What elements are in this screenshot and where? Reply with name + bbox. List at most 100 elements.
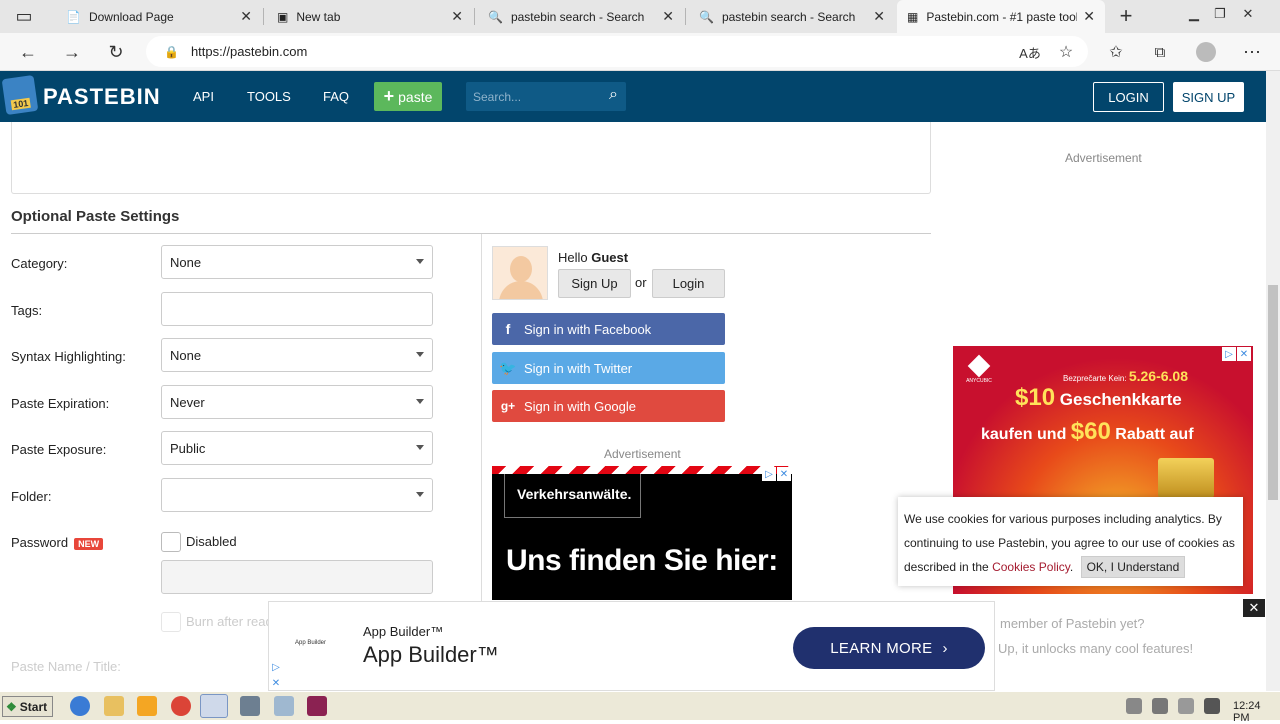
close-icon[interactable]: ✕ (662, 8, 674, 25)
adchoices-icon[interactable]: ▷ (269, 660, 283, 674)
newtab-icon: ▣ (277, 9, 289, 24)
close-icon[interactable]: ✕ (269, 676, 283, 690)
ad-headline: Uns finden Sie hier: (506, 544, 778, 577)
chevron-down-icon (416, 352, 424, 357)
divider (481, 234, 482, 604)
ad-banner-bottom[interactable]: App Builder App Builder™ App Builder™ LE… (268, 601, 995, 691)
tab-pastebin[interactable]: ▦ Pastebin.com - #1 paste tool ✕ (897, 0, 1105, 33)
facebook-label: Sign in with Facebook (524, 321, 652, 337)
pastebin-logo[interactable] (1, 74, 39, 116)
learn-more-button[interactable]: LEARN MORE › (793, 627, 985, 669)
back-icon[interactable]: ← (14, 38, 42, 66)
display-icon[interactable] (1204, 698, 1220, 714)
adchoices-icon[interactable]: ▷ (1222, 347, 1236, 361)
exposure-select[interactable]: Public (161, 431, 433, 465)
chrome-icon[interactable] (171, 696, 191, 716)
favorites-icon[interactable]: ✩ (1102, 38, 1130, 66)
flag-icon[interactable] (1178, 698, 1194, 714)
restore-icon[interactable]: ❐ (1206, 0, 1234, 28)
google-signin-button[interactable]: g+ Sign in with Google (492, 390, 725, 422)
expiration-select[interactable]: Never (161, 385, 433, 419)
password-input[interactable] (161, 560, 433, 594)
close-ad-button[interactable]: ✕ (1243, 599, 1265, 617)
site-header: PASTEBIN API TOOLS FAQ + paste Search...… (0, 71, 1266, 122)
tab-search-2[interactable]: 🔍 pastebin search - Search ✕ (689, 0, 895, 33)
burn-checkbox[interactable] (161, 612, 181, 632)
more-icon[interactable]: ⋯ (1238, 38, 1266, 66)
signup-button[interactable]: SIGN UP (1173, 82, 1244, 112)
edge-icon[interactable] (200, 694, 228, 718)
expiration-value: Never (170, 394, 205, 410)
close-icon[interactable]: ✕ (873, 8, 885, 25)
cookies-policy-link[interactable]: Cookies Policy (992, 560, 1070, 574)
new-tab-icon[interactable]: + (1112, 2, 1140, 30)
ad-banner-middle[interactable]: Verkehrsanwälte. Uns finden Sie hier: ▷ … (492, 466, 792, 600)
panel-signup-button[interactable]: Sign Up (558, 269, 631, 298)
adchoices-icon[interactable]: ▷ (762, 467, 776, 481)
volume-icon[interactable] (1126, 698, 1142, 714)
new-badge: NEW (74, 537, 104, 550)
plus-icon: + (383, 86, 395, 106)
search-icon[interactable]: ⌕ (609, 86, 618, 104)
media-player-icon[interactable] (137, 696, 157, 716)
ad2-line3: kaufen und $60 Rabatt auf (981, 418, 1194, 446)
ad2-product-image (1158, 458, 1214, 498)
scrollbar-thumb[interactable] (1268, 285, 1278, 500)
site-search-input[interactable]: Search... ⌕ (466, 82, 626, 111)
tab-title: Pastebin.com - #1 paste tool (926, 9, 1078, 24)
cookie-accept-button[interactable]: OK, I Understand (1080, 556, 1186, 578)
password-checkbox[interactable] (161, 532, 181, 552)
add-favorite-icon[interactable]: ☆ (1052, 38, 1080, 66)
ad2-line1: Bezprečarte Kein: 5.26-6.08 (1063, 368, 1188, 384)
lock-icon: 🔒 (164, 44, 179, 59)
read-aloud-icon[interactable]: Aあ (1016, 38, 1044, 66)
app-icon[interactable] (240, 696, 260, 716)
tab-download-page[interactable]: 📄 Download Page ✕ (56, 0, 262, 33)
nav-faq[interactable]: FAQ (323, 89, 349, 104)
address-bar[interactable]: 🔒 https://pastebin.com (146, 36, 1088, 67)
tab-search-1[interactable]: 🔍 pastebin search - Search ✕ (478, 0, 684, 33)
new-paste-button[interactable]: + paste (374, 82, 442, 111)
login-button[interactable]: LOGIN (1093, 82, 1164, 112)
start-button[interactable]: ❖ Start (2, 696, 53, 717)
notepad-icon[interactable] (274, 696, 294, 716)
twitter-icon: 🐦 (499, 359, 517, 376)
profile-icon[interactable] (1192, 38, 1220, 66)
close-icon[interactable]: ✕ (451, 8, 463, 25)
collections-icon[interactable]: ⧉ (1146, 38, 1174, 66)
panel-login-button[interactable]: Login (652, 269, 725, 298)
nav-api[interactable]: API (193, 89, 214, 104)
close-icon[interactable]: ✕ (1083, 8, 1095, 25)
nav-tools[interactable]: TOOLS (247, 89, 291, 104)
facebook-icon: f (505, 321, 511, 337)
close-icon[interactable]: ✕ (1237, 347, 1251, 361)
site-brand[interactable]: PASTEBIN (43, 84, 161, 110)
syntax-select[interactable]: None (161, 338, 433, 372)
paste-textarea[interactable] (11, 122, 931, 194)
network-icon[interactable] (1152, 698, 1168, 714)
browser-tab-bar: ▭ 📄 Download Page ✕ ▣ New tab ✕ 🔍 pasteb… (0, 0, 1280, 33)
minimize-icon[interactable]: ▁ (1180, 0, 1208, 28)
ad-mini-logo: App Builder (295, 640, 327, 646)
search-icon: 🔍 (699, 9, 714, 24)
close-window-icon[interactable]: ✕ (1234, 0, 1262, 28)
tags-input[interactable] (161, 292, 433, 326)
close-icon[interactable]: ✕ (777, 467, 791, 481)
tab-new-tab[interactable]: ▣ New tab ✕ (267, 0, 473, 33)
greeting: Hello Guest (558, 250, 628, 265)
ie-icon[interactable] (70, 696, 90, 716)
settings-title: Optional Paste Settings (11, 208, 180, 225)
folder-select[interactable] (161, 478, 433, 512)
paste-name-label: Paste Name / Title: (11, 659, 121, 674)
winrar-icon[interactable] (307, 696, 327, 716)
twitter-signin-button[interactable]: 🐦 Sign in with Twitter (492, 352, 725, 384)
forward-icon[interactable]: → (58, 38, 86, 66)
start-label: Start (19, 699, 48, 714)
url-text: https://pastebin.com (190, 44, 308, 59)
close-icon[interactable]: ✕ (240, 8, 252, 25)
facebook-signin-button[interactable]: f Sign in with Facebook (492, 313, 725, 345)
category-select[interactable]: None (161, 245, 433, 279)
refresh-icon[interactable]: ↻ (102, 38, 130, 66)
folder-icon[interactable] (104, 696, 124, 716)
tab-actions-icon[interactable]: ▭ (10, 2, 38, 30)
